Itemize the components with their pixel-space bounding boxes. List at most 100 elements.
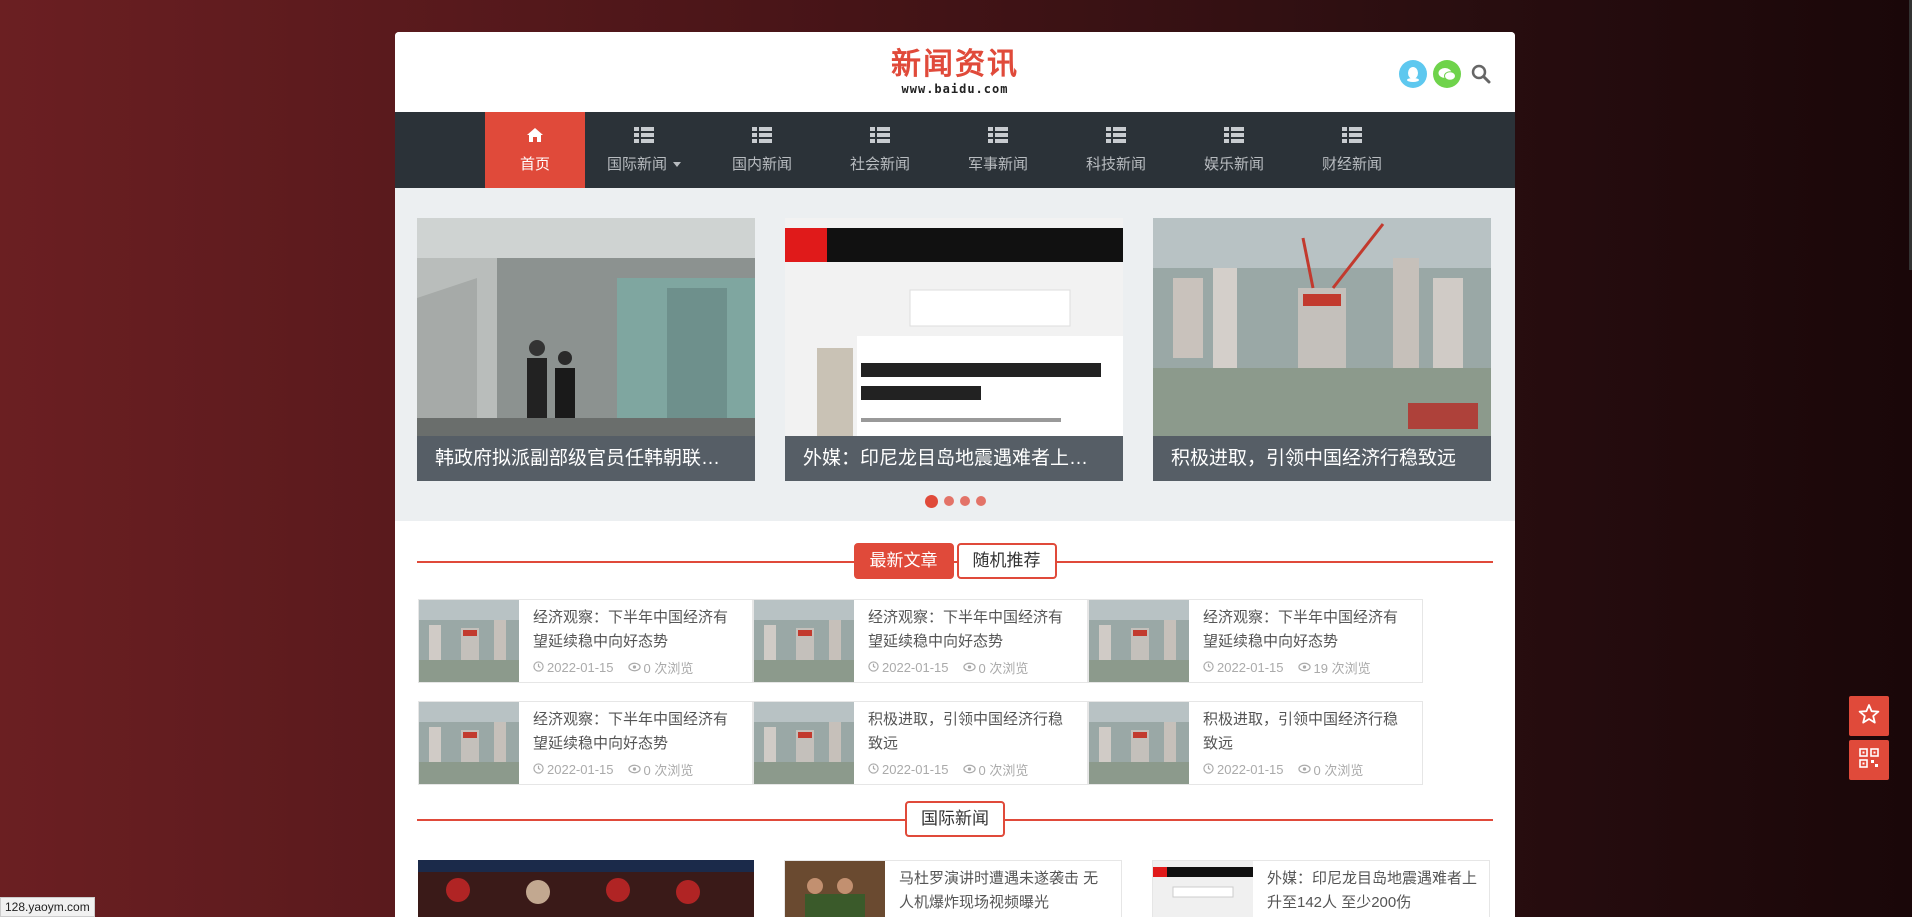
- views-meta: 0 次浏览: [627, 658, 693, 677]
- list-icon: [988, 126, 1008, 147]
- main-nav: 首页 国际新闻 国内新闻 社会新闻 军事新闻 科技新闻 娱乐新闻 财经新闻: [395, 112, 1515, 188]
- date-meta: 2022-01-15: [533, 762, 614, 777]
- card-thumbnail: [419, 702, 519, 784]
- date-meta: 2022-01-15: [868, 660, 949, 675]
- date-meta: 2022-01-15: [533, 660, 614, 675]
- eye-icon: [962, 660, 976, 675]
- card-date: 2022-01-15: [882, 762, 949, 777]
- nav-label: 国内新闻: [731, 155, 792, 173]
- date-meta: 2022-01-15: [1203, 660, 1284, 675]
- card-meta: 2022-01-15 19 次浏览: [1203, 658, 1412, 677]
- slide-1[interactable]: 韩政府拟派副部级官员任韩朝联络办公室主任: [417, 218, 755, 481]
- wechat-icon[interactable]: [1433, 60, 1461, 88]
- card-meta: 2022-01-15 0 次浏览: [868, 658, 1077, 677]
- slide-caption: 韩政府拟派副部级官员任韩朝联络办公室主任: [417, 436, 755, 481]
- slider-dot[interactable]: [959, 496, 970, 506]
- card-thumbnail: [754, 600, 854, 682]
- card-date: 2022-01-15: [1217, 660, 1284, 675]
- card-meta: 2022-01-15 0 次浏览: [1203, 760, 1412, 779]
- slide-image: [1153, 218, 1491, 436]
- clock-icon: [868, 762, 879, 777]
- tab-latest[interactable]: 最新文章: [853, 543, 954, 579]
- card-body: 经济观察：下半年中国经济有望延续稳中向好态势 2022-01-15 19 次浏览: [1189, 600, 1422, 682]
- card-meta: 2022-01-15 0 次浏览: [533, 760, 742, 779]
- nav-label: 国际新闻: [606, 155, 667, 173]
- nav-label: 首页: [519, 155, 550, 173]
- featured-slider: 韩政府拟派副部级官员任韩朝联络办公室主任 外媒：印尼龙目岛地震遇难者上升至142…: [395, 188, 1515, 521]
- nav-item-finance[interactable]: 财经新闻: [1293, 112, 1411, 188]
- slider-dots: [395, 494, 1515, 508]
- date-meta: 2022-01-15: [1203, 762, 1284, 777]
- card-body: 积极进取，引领中国经济行稳致远 2022-01-15 0 次浏览: [1189, 702, 1422, 784]
- card-body: 经济观察：下半年中国经济有望延续稳中向好态势 2022-01-15 0 次浏览: [519, 600, 752, 682]
- nav-item-society[interactable]: 社会新闻: [821, 112, 939, 188]
- page-container: 新闻资讯 www.baidu.com 首页 国际新闻 国内新闻 社会新闻 军事新…: [395, 32, 1515, 917]
- card-body: 积极进取，引领中国经济行稳致远 2022-01-15 0 次浏览: [854, 702, 1087, 784]
- slider-dot[interactable]: [943, 496, 954, 506]
- list-icon: [870, 126, 890, 147]
- site-logo[interactable]: 新闻资讯 www.baidu.com: [395, 48, 1515, 97]
- article-card[interactable]: 经济观察：下半年中国经济有望延续稳中向好态势 2022-01-15 19 次浏览: [1088, 599, 1423, 683]
- list-icon: [1224, 126, 1244, 147]
- list-icon: [752, 126, 772, 147]
- card-views: 0 次浏览: [1313, 763, 1364, 778]
- nav-label: 社会新闻: [849, 155, 910, 173]
- intl-featured-image[interactable]: [418, 860, 754, 917]
- intl-news-item[interactable]: 外媒：印尼龙目岛地震遇难者上升至142人 至少200伤: [1152, 860, 1490, 917]
- section-title-intl[interactable]: 国际新闻: [905, 801, 1005, 837]
- slide-2[interactable]: 外媒：印尼龙目岛地震遇难者上升至142人: [785, 218, 1123, 481]
- card-title[interactable]: 经济观察：下半年中国经济有望延续稳中向好态势: [1203, 606, 1412, 654]
- logo-subtitle: www.baidu.com: [901, 82, 1009, 96]
- card-title[interactable]: 经济观察：下半年中国经济有望延续稳中向好态势: [533, 708, 742, 756]
- clock-icon: [1203, 762, 1214, 777]
- tab-random[interactable]: 随机推荐: [956, 543, 1057, 579]
- nav-item-home[interactable]: 首页: [485, 112, 585, 188]
- nav-item-tech[interactable]: 科技新闻: [1057, 112, 1175, 188]
- floating-actions: [1849, 696, 1889, 780]
- card-title[interactable]: 经济观察：下半年中国经济有望延续稳中向好态势: [868, 606, 1077, 654]
- nav-item-domestic[interactable]: 国内新闻: [703, 112, 821, 188]
- news-thumbnail: [785, 861, 885, 917]
- clock-icon: [533, 660, 544, 675]
- article-card[interactable]: 积极进取，引领中国经济行稳致远 2022-01-15 0 次浏览: [753, 701, 1088, 785]
- favorite-button[interactable]: [1849, 696, 1889, 736]
- header-icons: [1399, 60, 1495, 88]
- card-title[interactable]: 积极进取，引领中国经济行稳致远: [1203, 708, 1412, 756]
- card-views: 19 次浏览: [1313, 661, 1371, 676]
- card-meta: 2022-01-15 0 次浏览: [868, 760, 1077, 779]
- slide-caption: 积极进取，引领中国经济行稳致远: [1153, 436, 1491, 481]
- article-card[interactable]: 经济观察：下半年中国经济有望延续稳中向好态势 2022-01-15 0 次浏览: [753, 599, 1088, 683]
- card-thumbnail: [754, 702, 854, 784]
- article-card[interactable]: 经济观察：下半年中国经济有望延续稳中向好态势 2022-01-15 0 次浏览: [418, 599, 753, 683]
- views-meta: 0 次浏览: [962, 760, 1029, 779]
- date-meta: 2022-01-15: [868, 762, 949, 777]
- latest-section-header: 最新文章 随机推荐: [417, 521, 1493, 581]
- article-grid: 经济观察：下半年中国经济有望延续稳中向好态势 2022-01-15 0 次浏览 经济观…: [418, 599, 1515, 785]
- site-header: 新闻资讯 www.baidu.com: [395, 32, 1515, 112]
- nav-item-military[interactable]: 军事新闻: [939, 112, 1057, 188]
- nav-item-international[interactable]: 国际新闻: [585, 112, 703, 188]
- intl-news-item[interactable]: 马杜罗演讲时遭遇未遂袭击 无人机爆炸现场视频曝光: [784, 860, 1122, 917]
- news-title: 外媒：印尼龙目岛地震遇难者上升至142人 至少200伤: [1267, 870, 1478, 911]
- slide-image: [417, 218, 755, 436]
- search-icon[interactable]: [1467, 60, 1495, 88]
- slider-dot[interactable]: [924, 494, 938, 508]
- nav-item-entertainment[interactable]: 娱乐新闻: [1175, 112, 1293, 188]
- clock-icon: [533, 762, 544, 777]
- article-card[interactable]: 积极进取，引领中国经济行稳致远 2022-01-15 0 次浏览: [1088, 701, 1423, 785]
- card-title[interactable]: 积极进取，引领中国经济行稳致远: [868, 708, 1077, 756]
- nav-label: 娱乐新闻: [1203, 155, 1264, 173]
- card-views: 0 次浏览: [978, 763, 1029, 778]
- card-body: 经济观察：下半年中国经济有望延续稳中向好态势 2022-01-15 0 次浏览: [854, 600, 1087, 682]
- news-title: 马杜罗演讲时遭遇未遂袭击 无人机爆炸现场视频曝光: [899, 870, 1099, 911]
- list-icon: [1106, 126, 1126, 147]
- nav-label: 科技新闻: [1085, 155, 1146, 173]
- slider-dot[interactable]: [975, 496, 986, 506]
- intl-section-header: 国际新闻: [417, 797, 1493, 857]
- qrcode-button[interactable]: [1849, 740, 1889, 780]
- card-title[interactable]: 经济观察：下半年中国经济有望延续稳中向好态势: [533, 606, 742, 654]
- section-tabs: 最新文章 随机推荐: [417, 543, 1493, 579]
- slide-3[interactable]: 积极进取，引领中国经济行稳致远: [1153, 218, 1491, 481]
- qq-icon[interactable]: [1399, 60, 1427, 88]
- article-card[interactable]: 经济观察：下半年中国经济有望延续稳中向好态势 2022-01-15 0 次浏览: [418, 701, 753, 785]
